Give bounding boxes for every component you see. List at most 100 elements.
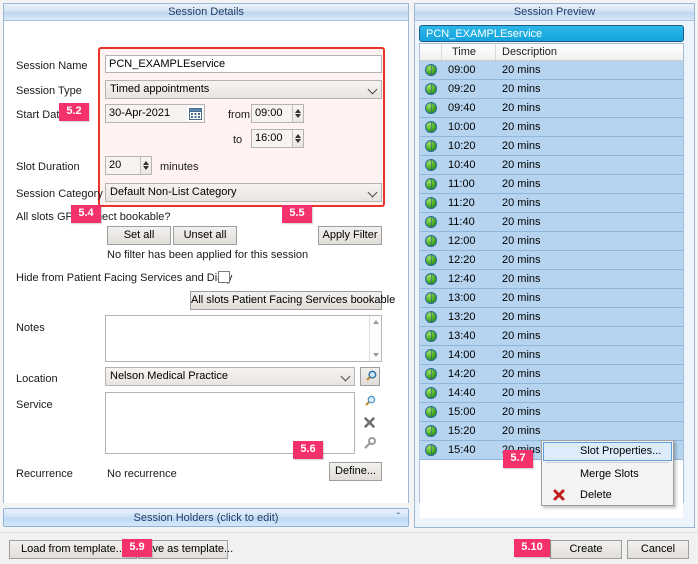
recurrence-label: Recurrence	[16, 468, 73, 480]
globe-glyph	[425, 311, 437, 323]
globe-icon	[420, 289, 442, 307]
scroll-up-icon[interactable]	[373, 320, 379, 324]
load-from-template-button[interactable]: Load from template...	[9, 540, 137, 559]
session-name-input[interactable]: PCN_EXAMPLEservice	[105, 55, 382, 73]
scroll-down-icon[interactable]	[373, 353, 379, 357]
table-row[interactable]: 09:00 20 mins	[420, 61, 683, 80]
menu-item-merge-slots[interactable]: Merge Slots	[542, 464, 673, 485]
stepper-down-icon[interactable]	[143, 166, 149, 170]
table-row[interactable]: 10:40 20 mins	[420, 156, 683, 175]
cell-description: 20 mins	[502, 311, 541, 323]
table-row[interactable]: 10:20 20 mins	[420, 137, 683, 156]
notes-textarea[interactable]	[105, 315, 382, 362]
table-row[interactable]: 12:40 20 mins	[420, 270, 683, 289]
time-from-stepper[interactable]	[292, 105, 303, 122]
define-recurrence-button[interactable]: Define...	[329, 462, 382, 481]
notes-scrollbar[interactable]	[369, 316, 381, 361]
cell-time: 11:20	[448, 197, 475, 209]
table-row[interactable]: 15:20 20 mins	[420, 422, 683, 441]
table-row[interactable]: 13:40 20 mins	[420, 327, 683, 346]
stepper-down-icon[interactable]	[295, 114, 301, 118]
chevron-down-icon	[340, 371, 351, 382]
table-row[interactable]: 15:00 20 mins	[420, 403, 683, 422]
create-button[interactable]: Create	[550, 540, 622, 559]
set-all-button[interactable]: Set all	[107, 226, 171, 245]
preview-list-header: PCN_EXAMPLEservice	[419, 25, 684, 42]
hide-from-pfs-checkbox[interactable]	[218, 271, 230, 283]
all-slots-pfs-bookable-button[interactable]: All slots Patient Facing Services bookab…	[190, 291, 395, 310]
time-from-input[interactable]: 09:00	[251, 104, 304, 123]
table-row[interactable]: 14:00 20 mins	[420, 346, 683, 365]
table-row[interactable]: 09:20 20 mins	[420, 80, 683, 99]
session-holders-bar[interactable]: Session Holders (click to edit) ˇ	[3, 508, 409, 527]
location-select[interactable]: Nelson Medical Practice	[105, 367, 355, 386]
column-header-description: Description	[502, 46, 558, 58]
table-row[interactable]: 14:40 20 mins	[420, 384, 683, 403]
slot-context-menu[interactable]: Slot Properties... Merge Slots Delete	[541, 440, 674, 506]
table-row[interactable]: 11:40 20 mins	[420, 213, 683, 232]
start-date-input[interactable]: 30-Apr-2021	[105, 104, 205, 123]
table-row[interactable]: 11:20 20 mins	[420, 194, 683, 213]
unset-all-button[interactable]: Unset all	[173, 226, 237, 245]
menu-separator	[546, 462, 669, 463]
cell-time: 12:20	[448, 254, 476, 266]
menu-item-label: Delete	[580, 489, 612, 501]
chevron-down-icon[interactable]: ˇ	[397, 509, 400, 527]
calendar-icon[interactable]	[187, 106, 203, 121]
menu-item-delete[interactable]: Delete	[542, 485, 673, 506]
globe-glyph	[425, 330, 437, 342]
service-search-icon[interactable]	[361, 393, 377, 409]
session-category-select[interactable]: Default Non-List Category	[105, 183, 382, 202]
globe-icon	[420, 346, 442, 364]
step-badge-5-2: 5.2	[59, 103, 89, 121]
globe-glyph	[425, 273, 437, 285]
cell-time: 14:00	[448, 349, 476, 361]
table-row[interactable]: 09:40 20 mins	[420, 99, 683, 118]
location-search-button[interactable]	[360, 367, 380, 386]
table-row[interactable]: 12:20 20 mins	[420, 251, 683, 270]
stepper-down-icon[interactable]	[295, 139, 301, 143]
service-remove-icon[interactable]	[361, 414, 377, 430]
globe-glyph	[425, 254, 437, 266]
session-type-select[interactable]: Timed appointments	[105, 80, 382, 99]
step-badge-5-7: 5.7	[503, 450, 533, 468]
preview-slots-table[interactable]: Time Description 09:00 20 mins 09:20 20 min…	[419, 43, 684, 518]
slot-duration-stepper[interactable]	[140, 157, 151, 174]
stepper-up-icon[interactable]	[143, 161, 149, 165]
table-row[interactable]: 13:00 20 mins	[420, 289, 683, 308]
cell-description: 20 mins	[502, 159, 541, 171]
menu-item-slot-properties[interactable]: Slot Properties...	[543, 442, 672, 461]
cell-time: 10:20	[448, 140, 476, 152]
time-to-stepper[interactable]	[292, 130, 303, 147]
cell-description: 20 mins	[502, 292, 541, 304]
table-row[interactable]: 13:20 20 mins	[420, 308, 683, 327]
time-to-input[interactable]: 16:00	[251, 129, 304, 148]
cancel-button[interactable]: Cancel	[627, 540, 689, 559]
table-header-row: Time Description	[420, 44, 683, 61]
stepper-up-icon[interactable]	[295, 109, 301, 113]
chevron-down-icon	[367, 187, 378, 198]
session-holders-label: Session Holders (click to edit)	[133, 512, 279, 524]
globe-glyph	[425, 406, 437, 418]
cell-description: 20 mins	[502, 425, 541, 437]
table-row[interactable]: 11:00 20 mins	[420, 175, 683, 194]
slot-duration-input[interactable]: 20	[105, 156, 152, 175]
notes-label: Notes	[16, 322, 45, 334]
cell-time: 10:00	[448, 121, 476, 133]
service-label: Service	[16, 399, 53, 411]
globe-glyph	[425, 178, 437, 190]
no-filter-applied-text: No filter has been applied for this sess…	[107, 249, 309, 261]
session-dialog: Session Details Session Name PCN_EXAMPLE…	[0, 0, 698, 564]
step-badge-5-4: 5.4	[71, 205, 101, 223]
globe-glyph	[425, 102, 437, 114]
apply-filter-button[interactable]: Apply Filter	[318, 226, 382, 245]
globe-icon	[420, 384, 442, 402]
table-row[interactable]: 10:00 20 mins	[420, 118, 683, 137]
cell-description: 20 mins	[502, 254, 541, 266]
column-header-time: Time	[442, 44, 496, 60]
table-row[interactable]: 14:20 20 mins	[420, 365, 683, 384]
stepper-up-icon[interactable]	[295, 134, 301, 138]
globe-glyph	[425, 292, 437, 304]
service-key-icon[interactable]	[361, 435, 377, 451]
table-row[interactable]: 12:00 20 mins	[420, 232, 683, 251]
